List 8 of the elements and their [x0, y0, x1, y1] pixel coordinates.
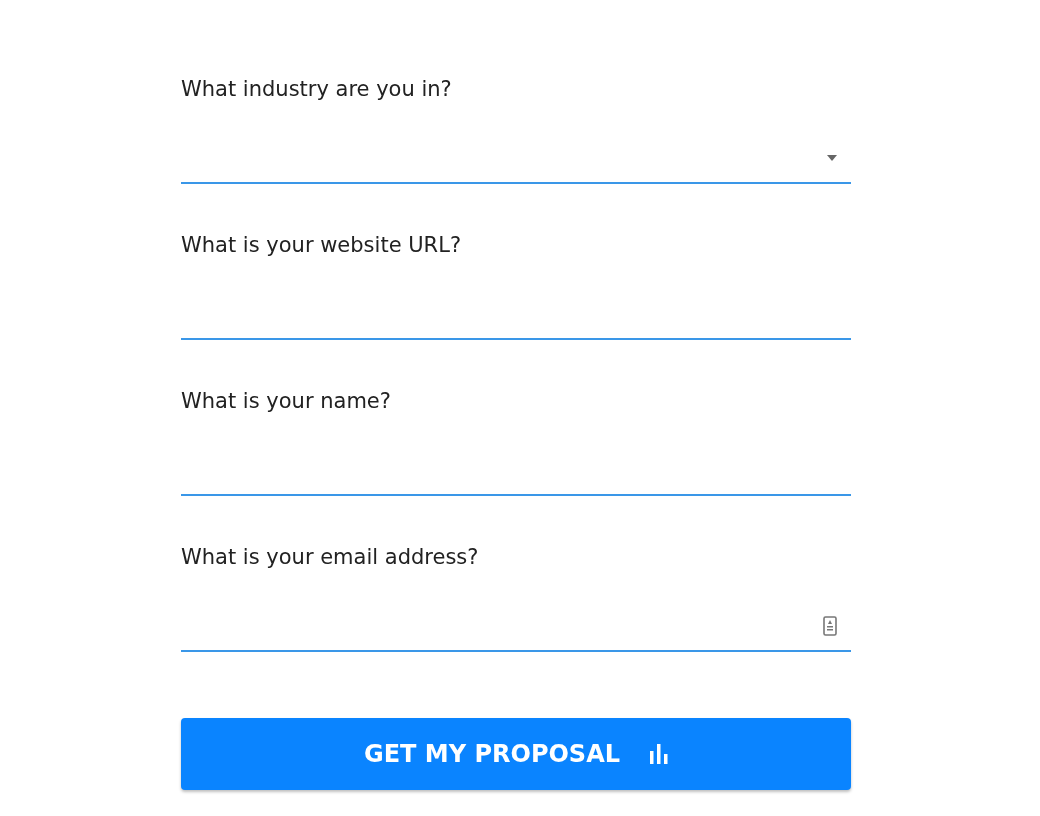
field-label: What is your website URL?: [181, 232, 463, 259]
bar-chart-icon: [650, 744, 669, 764]
contact-card-icon[interactable]: [823, 616, 837, 636]
field-label: What is your email address?: [181, 544, 480, 571]
field-label: What is your name?: [181, 388, 392, 415]
caret-icon: [827, 155, 837, 161]
field-label: What industry are you in?: [181, 76, 453, 103]
get-proposal-button[interactable]: GET MY PROPOSAL: [181, 718, 851, 790]
